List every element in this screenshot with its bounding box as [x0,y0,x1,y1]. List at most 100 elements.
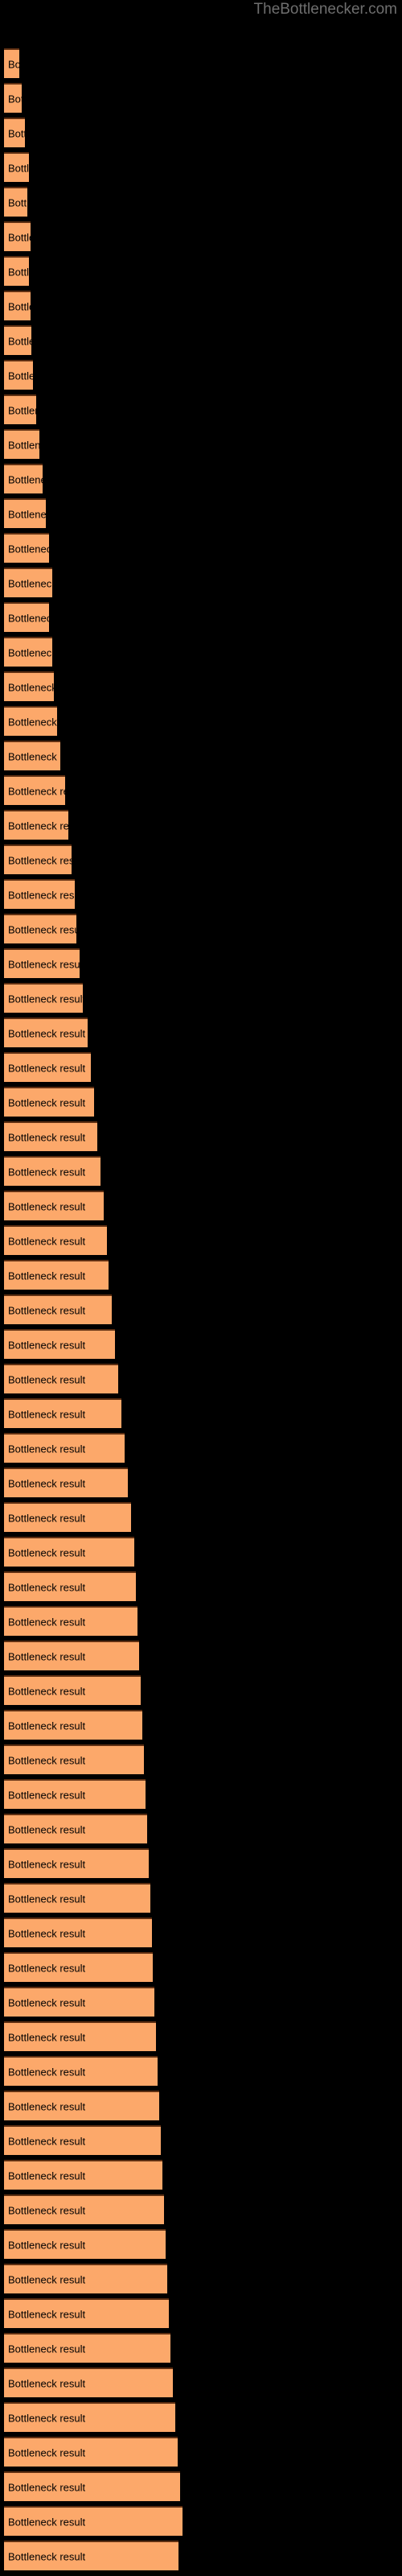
bar-row: Bottleneck result [0,1641,402,1670]
bar[interactable]: Bottleneck result [4,1675,141,1705]
bar[interactable]: Bottleneck result [4,1225,107,1255]
bar[interactable]: Bottleneck result [4,2091,159,2120]
bar[interactable]: Bottleneck result [4,2056,158,2086]
bar[interactable]: Bottleneck result [4,568,52,597]
bar-row: Bottleneck result [0,429,402,459]
bar-row: Bottleneck result [0,1468,402,1497]
bar[interactable]: Bottleneck result [4,879,75,909]
bar[interactable]: Bottleneck result [4,2541,178,2570]
bar-label: Bottleneck result [8,1719,86,1732]
bar[interactable]: Bottleneck result [4,1883,150,1913]
bar[interactable]: Bottleneck result [4,810,68,840]
bar[interactable]: Bottleneck result [4,706,57,736]
bar[interactable]: Bottleneck result [4,1641,139,1670]
bar[interactable]: Bottleneck result [4,1156,100,1186]
bar[interactable]: Bottleneck result [4,2264,167,2293]
bar[interactable]: Bottleneck result [4,464,43,493]
bar-row: Bottleneck result [0,1710,402,1740]
bar[interactable]: Bottleneck result [4,291,31,320]
bar[interactable]: Bottleneck result [4,1364,118,1393]
bar-label: Bottleneck result [8,2412,86,2424]
bar[interactable]: Bottleneck result [4,1987,154,2017]
bar-label: Bottleneck result [8,2239,86,2251]
bar[interactable]: Bottleneck result [4,1294,112,1324]
bar-label: Bottleneck result [8,2204,86,2216]
bar[interactable]: Bottleneck result [4,844,72,874]
bar[interactable]: Bottleneck result [4,360,33,390]
bar[interactable]: Bottleneck result [4,983,83,1013]
bar-row: Bottleneck result [0,187,402,217]
bar-row: Bottleneck result [0,775,402,805]
bar[interactable]: Bottleneck result [4,533,49,563]
bar[interactable]: Bottleneck result [4,2471,180,2501]
bar-label: Bottleneck result [8,1096,86,1108]
bar[interactable]: Bottleneck result [4,256,29,286]
bar[interactable]: Bottleneck result [4,1848,149,1878]
bar[interactable]: Bottleneck result [4,187,27,217]
bar-row: Bottleneck result [0,533,402,563]
bar[interactable]: Bottleneck result [4,1087,94,1117]
bar[interactable]: Bottleneck result [4,2333,170,2363]
bar[interactable]: Bottleneck result [4,671,54,701]
bar[interactable]: Bottleneck result [4,2368,173,2397]
bar[interactable]: Bottleneck result [4,1121,97,1151]
bar-row: Bottleneck result [0,1294,402,1324]
bar-label: Bottleneck result [8,1235,86,1247]
bar[interactable]: Bottleneck result [4,1260,109,1290]
bar[interactable]: Bottleneck result [4,2229,166,2259]
bar[interactable]: Bottleneck result [4,1502,131,1532]
bar-label: Bottleneck result [8,266,29,278]
bar[interactable]: Bottleneck result [4,1779,146,1809]
bar-label: Bottleneck result [8,646,52,658]
bar[interactable]: Bottleneck result [4,83,22,113]
bar[interactable]: Bottleneck result [4,498,46,528]
bar[interactable]: Bottleneck result [4,1918,152,1947]
bar[interactable]: Bottleneck result [4,775,65,805]
bar[interactable]: Bottleneck result [4,1606,137,1636]
bar-label: Bottleneck result [8,1131,86,1143]
bar[interactable]: Bottleneck result [4,2125,161,2155]
bar[interactable]: Bottleneck result [4,1191,104,1220]
bar[interactable]: Bottleneck result [4,948,80,978]
bar[interactable]: Bottleneck result [4,1329,115,1359]
bar-row: Bottleneck result [0,1121,402,1151]
bar[interactable]: Bottleneck result [4,2194,164,2224]
bar[interactable]: Bottleneck result [4,2021,156,2051]
bar[interactable]: Bottleneck result [4,325,31,355]
bar-row: Bottleneck result [0,118,402,147]
bar[interactable]: Bottleneck result [4,1398,121,1428]
bar[interactable]: Bottleneck result [4,152,29,182]
bar[interactable]: Bottleneck result [4,394,36,424]
bar[interactable]: Bottleneck result [4,2437,178,2467]
bar[interactable]: Bottleneck result [4,429,39,459]
bar-row: Bottleneck result [0,1398,402,1428]
bar[interactable]: Bottleneck result [4,2402,175,2432]
bar[interactable]: Bottleneck result [4,1814,147,1843]
bar[interactable]: Bottleneck result [4,1468,128,1497]
bar-label: Bottleneck result [8,612,49,624]
bar-row: Bottleneck result [0,2194,402,2224]
bar[interactable]: Bottleneck result [4,1537,134,1567]
bar[interactable]: Bottleneck result [4,118,25,147]
bar[interactable]: Bottleneck result [4,1052,91,1082]
bar-label: Bottleneck result [8,58,19,70]
bar[interactable]: Bottleneck result [4,48,19,78]
bar[interactable]: Bottleneck result [4,2160,162,2190]
bar[interactable]: Bottleneck result [4,1433,125,1463]
bar[interactable]: Bottleneck result [4,1710,142,1740]
bar-label: Bottleneck result [8,162,29,174]
bar[interactable]: Bottleneck result [4,914,76,943]
bar[interactable]: Bottleneck result [4,221,31,251]
bar[interactable]: Bottleneck result [4,637,52,667]
bar[interactable]: Bottleneck result [4,1952,153,1982]
bar[interactable]: Bottleneck result [4,1571,136,1601]
bar-label: Bottleneck result [8,439,39,451]
bar-row: Bottleneck result [0,2056,402,2086]
bar[interactable]: Bottleneck result [4,741,60,770]
bar[interactable]: Bottleneck result [4,1744,144,1774]
bar[interactable]: Bottleneck result [4,2298,169,2328]
bar[interactable]: Bottleneck result [4,2506,183,2536]
bar[interactable]: Bottleneck result [4,1018,88,1047]
bar[interactable]: Bottleneck result [4,602,49,632]
bar-row: Bottleneck result [0,1191,402,1220]
